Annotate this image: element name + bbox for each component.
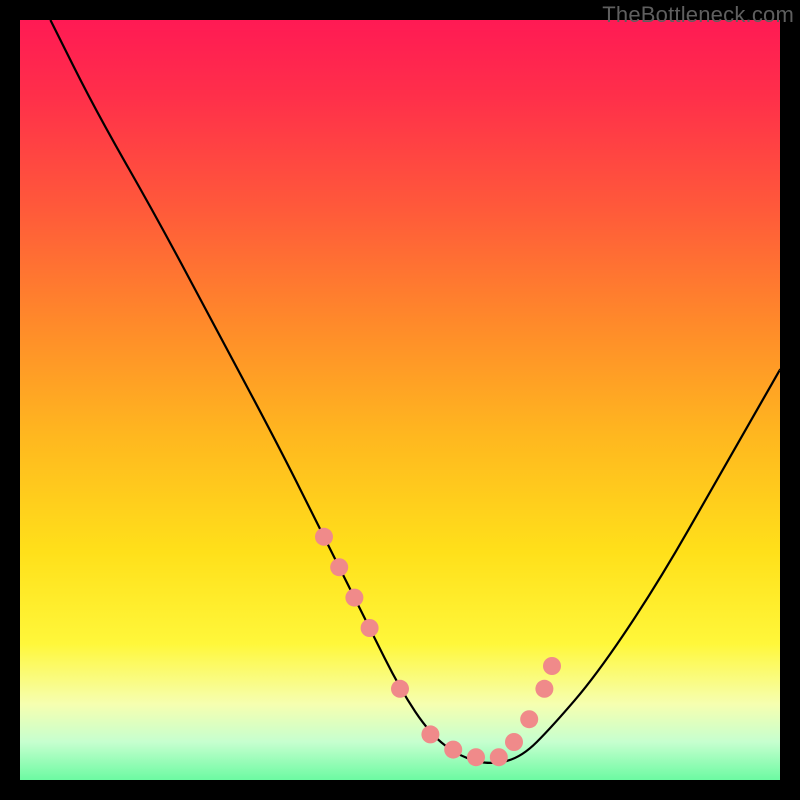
bottleneck-curve <box>50 20 780 763</box>
highlight-dot <box>421 725 439 743</box>
highlight-dot <box>520 710 538 728</box>
highlight-dot <box>345 589 363 607</box>
highlight-dot <box>444 741 462 759</box>
chart-svg <box>20 20 780 780</box>
highlight-dot <box>330 558 348 576</box>
highlight-dot <box>535 680 553 698</box>
highlight-dot <box>391 680 409 698</box>
chart-frame: TheBottleneck.com <box>0 0 800 800</box>
highlight-dot <box>543 657 561 675</box>
watermark-text: TheBottleneck.com <box>602 2 794 28</box>
highlight-dot <box>315 528 333 546</box>
highlight-dot <box>490 748 508 766</box>
highlight-dot <box>467 748 485 766</box>
highlight-dot <box>505 733 523 751</box>
highlight-dots <box>315 528 561 766</box>
highlight-dot <box>361 619 379 637</box>
chart-plot-area <box>20 20 780 780</box>
